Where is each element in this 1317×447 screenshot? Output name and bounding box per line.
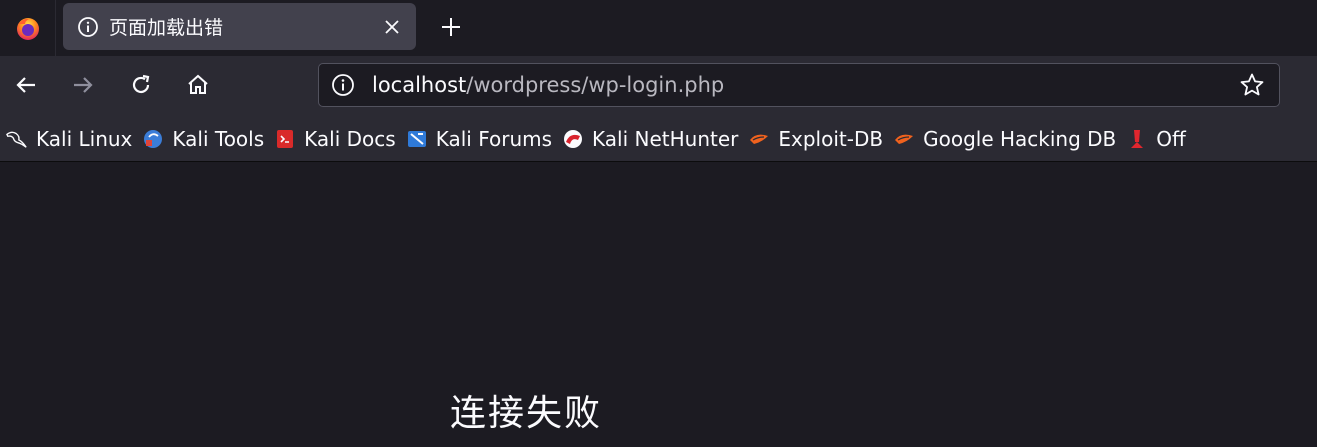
bookmark-kali-nethunter[interactable]: Kali NetHunter bbox=[558, 121, 742, 157]
kali-docs-icon bbox=[274, 128, 296, 150]
home-icon bbox=[188, 74, 208, 94]
error-title: 连接失败 bbox=[450, 393, 603, 434]
exploit-db-icon bbox=[748, 128, 770, 150]
bookmark-kali-linux[interactable]: Kali Linux bbox=[0, 121, 136, 157]
bookmark-label: Kali NetHunter bbox=[592, 126, 739, 151]
offsec-icon bbox=[1126, 128, 1148, 150]
plus-icon bbox=[442, 18, 460, 36]
kali-dragon-icon bbox=[6, 128, 28, 150]
arrow-left-icon bbox=[16, 77, 35, 93]
bookmark-label: Kali Docs bbox=[304, 126, 396, 151]
firefox-menu[interactable] bbox=[0, 0, 56, 56]
bookmark-label: Kali Forums bbox=[435, 126, 553, 151]
reload-button[interactable] bbox=[124, 68, 158, 102]
bookmarks-toolbar: Kali Linux Kali Tools Kali Docs Kali For… bbox=[0, 116, 1317, 162]
bookmark-label: Google Hacking DB bbox=[923, 126, 1117, 151]
page-content: 连接失败 bbox=[0, 162, 1317, 447]
close-tab-icon[interactable] bbox=[378, 13, 406, 41]
bookmark-label: Kali Tools bbox=[172, 126, 265, 151]
site-info-icon[interactable] bbox=[331, 73, 355, 97]
bookmark-google-hacking-db[interactable]: Google Hacking DB bbox=[889, 121, 1120, 157]
ghdb-icon bbox=[893, 128, 915, 150]
bookmark-label: Kali Linux bbox=[36, 126, 133, 151]
url-text[interactable]: localhost/wordpress/wp-login.php bbox=[372, 73, 1237, 97]
url-bar[interactable]: localhost/wordpress/wp-login.php bbox=[318, 63, 1280, 107]
arrow-right-icon bbox=[74, 77, 93, 93]
back-button[interactable] bbox=[9, 68, 43, 102]
forward-button[interactable] bbox=[66, 68, 100, 102]
kali-nethunter-icon bbox=[562, 128, 584, 150]
kali-tools-icon bbox=[142, 128, 164, 150]
kali-forums-icon bbox=[406, 128, 428, 150]
bookmark-kali-docs[interactable]: Kali Docs bbox=[270, 121, 400, 157]
bookmark-label: Exploit-DB bbox=[778, 126, 884, 151]
bookmark-exploit-db[interactable]: Exploit-DB bbox=[744, 121, 887, 157]
firefox-logo-icon bbox=[16, 18, 39, 40]
tab-active[interactable]: 页面加载出错 bbox=[63, 3, 416, 50]
url-path: /wordpress/wp-login.php bbox=[466, 73, 725, 97]
new-tab-button[interactable] bbox=[434, 10, 468, 44]
home-button[interactable] bbox=[181, 68, 215, 102]
tab-bar: 页面加载出错 bbox=[0, 0, 1317, 56]
tab-title: 页面加载出错 bbox=[109, 17, 224, 39]
info-icon bbox=[77, 16, 99, 38]
bookmark-kali-forums[interactable]: Kali Forums bbox=[402, 121, 556, 157]
bookmark-label: Off bbox=[1156, 126, 1186, 151]
bookmark-kali-tools[interactable]: Kali Tools bbox=[138, 121, 268, 157]
url-host: localhost bbox=[372, 73, 467, 97]
reload-icon bbox=[132, 74, 150, 94]
bookmark-offsec[interactable]: Off bbox=[1122, 121, 1190, 157]
bookmark-star-icon[interactable] bbox=[1237, 70, 1267, 100]
